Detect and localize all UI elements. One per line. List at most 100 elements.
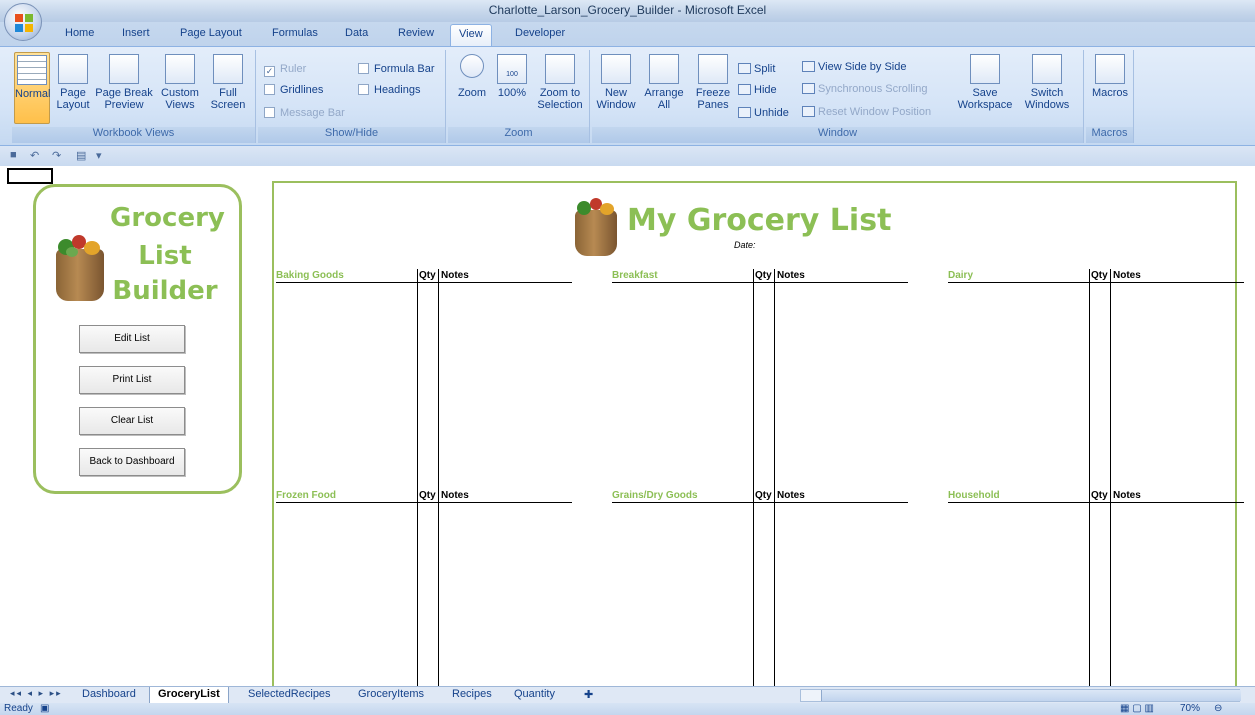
sheet-nav-arrows-icon[interactable]: ◂◂ ◂ ▸ ▸▸ [10, 688, 63, 699]
full-screen-icon [213, 54, 243, 84]
zoom-100-button[interactable]: 100 100% [494, 54, 530, 99]
sheet-tab-groceryitems[interactable]: GroceryItems [350, 687, 432, 704]
gridlines-checkbox[interactable]: Gridlines [264, 84, 323, 96]
ribbon: Normal Page Layout Page Break Preview Cu… [0, 46, 1255, 146]
qty-header: Qty [419, 490, 436, 501]
full-screen-button[interactable]: Full Screen [206, 54, 250, 111]
tab-developer[interactable]: Developer [515, 27, 565, 39]
group-window: New Window Arrange All Freeze Panes Spli… [592, 50, 1084, 143]
edit-list-button[interactable]: Edit List [79, 325, 185, 353]
zoom-to-selection-label: Zoom to Selection [537, 87, 583, 111]
custom-views-button[interactable]: Custom Views [160, 54, 200, 111]
unhide-icon [738, 107, 751, 118]
tab-insert[interactable]: Insert [122, 27, 150, 39]
view-side-by-side-button[interactable]: View Side by Side [802, 61, 906, 73]
insert-sheet-icon[interactable]: ✚ [576, 687, 601, 704]
tab-view[interactable]: View [450, 24, 492, 46]
split-button[interactable]: Split [738, 63, 775, 75]
customize-qat-icon[interactable]: ▾ [96, 149, 102, 162]
title-bar: Charlotte_Larson_Grocery_Builder - Micro… [0, 0, 1255, 22]
freeze-panes-icon [698, 54, 728, 84]
freeze-panes-button[interactable]: Freeze Panes [690, 54, 736, 111]
window-title: Charlotte_Larson_Grocery_Builder - Micro… [488, 3, 767, 17]
macro-record-icon[interactable]: ▣ [40, 703, 49, 714]
section-name: Baking Goods [276, 270, 344, 281]
unhide-button[interactable]: Unhide [738, 107, 789, 119]
normal-view-label: Normal [15, 88, 51, 100]
hide-button[interactable]: Hide [738, 84, 777, 96]
message-bar-label: Message Bar [280, 107, 345, 119]
page-break-preview-icon [109, 54, 139, 84]
custom-views-label: Custom Views [161, 87, 199, 111]
horizontal-scrollbar[interactable] [800, 689, 1241, 702]
arrange-all-button[interactable]: Arrange All [642, 54, 686, 111]
ruler-label: Ruler [280, 63, 307, 75]
switch-windows-button[interactable]: Switch Windows [1016, 54, 1078, 111]
tab-page-layout[interactable]: Page Layout [180, 27, 242, 39]
section-baking-goods: Baking Goods Qty Notes [276, 269, 572, 489]
status-bar: Ready ▣ ▦ ▢ ▥ 70% ⊖ [0, 703, 1255, 715]
group-zoom: Zoom 100 100% Zoom to Selection Zoom [448, 50, 590, 143]
save-workspace-button[interactable]: Save Workspace [956, 54, 1014, 111]
status-ready: Ready [4, 703, 33, 714]
print-list-button[interactable]: Print List [79, 366, 185, 394]
worksheet-area[interactable]: Grocery List Builder Edit List Print Lis… [0, 166, 1255, 688]
selected-cell[interactable] [7, 168, 53, 184]
page-layout-label: Page Layout [56, 87, 90, 111]
tab-formulas[interactable]: Formulas [272, 27, 318, 39]
section-breakfast: Breakfast Qty Notes [612, 269, 908, 489]
headings-checkbox[interactable]: Headings [358, 84, 420, 96]
redo-icon[interactable]: ↷ [52, 149, 61, 162]
page-break-preview-button[interactable]: Page Break Preview [94, 54, 154, 111]
formula-bar-checkbox[interactable]: Formula Bar [358, 63, 435, 75]
qty-header: Qty [419, 270, 436, 281]
tab-data[interactable]: Data [345, 27, 368, 39]
office-button[interactable] [4, 3, 42, 41]
section-name: Dairy [948, 270, 974, 281]
form-icon[interactable]: ▤ [76, 149, 86, 162]
synchronous-scrolling-button[interactable]: Synchronous Scrolling [802, 83, 927, 95]
undo-icon[interactable]: ↶ [30, 149, 39, 162]
save-icon[interactable]: ■ [10, 149, 17, 161]
magnifier-icon [460, 54, 484, 78]
new-window-button[interactable]: New Window [596, 54, 636, 111]
sheet-tab-selectedrecipes[interactable]: SelectedRecipes [240, 687, 339, 704]
message-bar-checkbox[interactable]: Message Bar [264, 107, 345, 119]
clear-list-button[interactable]: Clear List [79, 407, 185, 435]
page-layout-view-button[interactable]: Page Layout [54, 54, 92, 111]
zoom-level[interactable]: 70% [1180, 703, 1200, 714]
tab-home[interactable]: Home [65, 27, 94, 39]
reset-window-position-button[interactable]: Reset Window Position [802, 106, 931, 118]
grocery-bag-icon [50, 231, 110, 303]
grocery-list-title: My Grocery List [627, 203, 892, 238]
sync-scroll-icon [802, 83, 815, 94]
back-to-dashboard-button[interactable]: Back to Dashboard [79, 448, 185, 476]
macros-button[interactable]: Macros [1090, 54, 1130, 99]
builder-title-line-3: Builder [112, 276, 218, 306]
quick-access-toolbar: ■ ↶ ↷ ▤ ▾ [0, 146, 1255, 166]
group-show-hide: ✓ Ruler Gridlines Message Bar Formula Bar… [258, 50, 446, 143]
view-buttons-icon[interactable]: ▦ ▢ ▥ [1120, 703, 1154, 714]
zoom-button[interactable]: Zoom [454, 54, 490, 99]
notes-header: Notes [1113, 490, 1141, 501]
tab-review[interactable]: Review [398, 27, 434, 39]
sheet-tab-recipes[interactable]: Recipes [444, 687, 500, 704]
sheet-tab-quantity[interactable]: Quantity [506, 687, 563, 704]
sheet-tab-bar: ◂◂ ◂ ▸ ▸▸ Dashboard GroceryList Selected… [0, 686, 1255, 704]
side-by-side-icon [802, 61, 815, 72]
sheet-tab-dashboard[interactable]: Dashboard [74, 687, 144, 704]
zoom-100-icon: 100 [497, 54, 527, 84]
builder-title-line-1: Grocery [110, 203, 225, 233]
arrange-all-label: Arrange All [644, 87, 684, 111]
zoom-out-icon[interactable]: ⊖ [1214, 703, 1222, 714]
section-dairy: Dairy Qty Notes [948, 269, 1244, 489]
group-macros: Macros Macros [1086, 50, 1134, 143]
scrollbar-thumb[interactable] [821, 690, 1241, 701]
sheet-tab-grocerylist[interactable]: GroceryList [149, 687, 229, 704]
zoom-to-selection-button[interactable]: Zoom to Selection [534, 54, 586, 111]
new-window-icon [601, 54, 631, 84]
zoom-label: Zoom [457, 87, 487, 99]
normal-view-button[interactable]: Normal [14, 52, 50, 124]
ruler-checkbox[interactable]: ✓ Ruler [264, 63, 306, 77]
qty-header: Qty [1091, 490, 1108, 501]
